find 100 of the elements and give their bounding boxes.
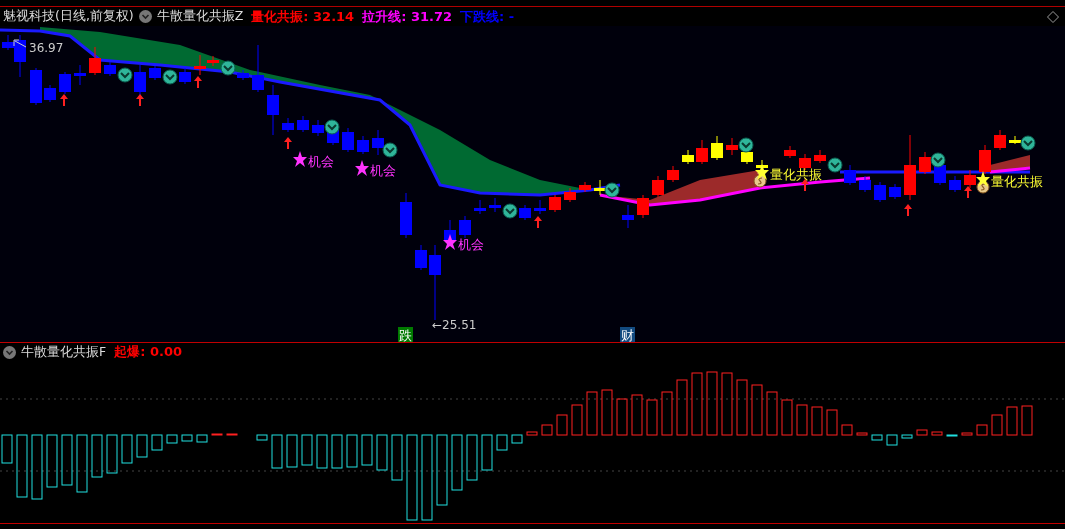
histogram-bar <box>316 434 328 469</box>
histogram-bar <box>751 384 763 436</box>
histogram-bar <box>391 434 403 481</box>
histogram-bar <box>151 434 163 451</box>
candlestick <box>267 84 279 136</box>
dropdown-icon[interactable] <box>3 345 16 359</box>
candlestick <box>519 204 531 221</box>
histogram-bar <box>1006 406 1018 436</box>
chevron-icon <box>117 67 133 83</box>
histogram-bar <box>616 398 628 436</box>
histogram-bar <box>946 434 958 437</box>
candlestick <box>134 64 146 96</box>
candlestick <box>1009 135 1021 145</box>
candlestick <box>59 71 71 95</box>
histogram-bar <box>61 434 73 486</box>
candlestick <box>844 164 856 186</box>
histogram-bar <box>196 434 208 443</box>
chevron-icon <box>324 119 340 135</box>
histogram-bar <box>271 434 283 469</box>
histogram-bar <box>886 434 898 446</box>
histogram-bar <box>451 434 463 491</box>
candlestick <box>282 117 294 133</box>
candlestick <box>400 192 412 239</box>
signal-tag: 跌 <box>398 327 413 342</box>
candlestick <box>74 64 86 86</box>
candlestick <box>415 244 427 271</box>
histogram-bar <box>301 434 313 466</box>
histogram-bar <box>511 434 523 444</box>
histogram-bar <box>76 434 88 493</box>
histogram-bar <box>211 433 223 436</box>
histogram-bar <box>121 434 133 464</box>
candlestick <box>297 115 309 133</box>
candlestick <box>89 46 101 76</box>
annotation-label: 量化共振 <box>770 167 822 182</box>
histogram-bar <box>256 434 268 441</box>
chevron-icon <box>1020 135 1036 151</box>
candlestick <box>964 169 976 189</box>
histogram-bar <box>721 372 733 436</box>
candlestick <box>994 129 1006 151</box>
diamond-icon[interactable] <box>1047 10 1059 23</box>
candlestick <box>637 194 649 219</box>
candlestick <box>904 134 916 201</box>
histogram-bar <box>991 414 1003 436</box>
histogram-bar <box>706 371 718 436</box>
histogram-bar <box>46 434 58 488</box>
up-arrow-icon <box>136 94 144 106</box>
chevron-icon <box>382 142 398 158</box>
annotation-label: 机会 <box>370 163 396 178</box>
dropdown-icon[interactable] <box>138 10 152 23</box>
stock-title: 魅视科技(日线,前复权) <box>3 8 134 25</box>
star-icon <box>293 151 307 167</box>
candlestick <box>667 165 679 183</box>
candlestick <box>474 199 486 215</box>
candlestick <box>919 151 931 175</box>
candlestick <box>696 139 708 165</box>
up-arrow-icon <box>904 204 912 216</box>
candlestick <box>489 197 501 213</box>
indicator-reading: 拉升线: 31.72 <box>362 7 453 26</box>
price-label: 36.97 <box>29 41 64 55</box>
histogram-bar <box>376 434 388 471</box>
candlestick <box>874 181 886 203</box>
indicator-name: 牛散量化共振F <box>21 343 107 361</box>
candlestick <box>459 215 471 239</box>
up-arrow-icon <box>964 186 972 198</box>
candlestick <box>312 119 324 137</box>
histogram-bar <box>631 394 643 436</box>
histogram-bar <box>796 404 808 436</box>
star-icon <box>755 164 769 180</box>
price-label: ←25.51 <box>432 318 477 332</box>
histogram-bar <box>661 391 673 436</box>
histogram-bar <box>166 434 178 444</box>
chevron-icon <box>930 152 946 168</box>
candlestick <box>372 129 384 156</box>
signal-tag: 财 <box>620 327 635 342</box>
candlestick <box>711 135 723 161</box>
histogram-bar <box>811 406 823 436</box>
histogram-bar <box>106 434 118 474</box>
histogram-bar <box>976 424 988 436</box>
candlestick <box>44 84 56 103</box>
up-arrow-icon <box>284 137 292 149</box>
histogram-bar <box>856 432 868 436</box>
star-icon <box>355 160 369 176</box>
histogram-bar <box>871 434 883 441</box>
up-arrow-icon <box>60 94 68 106</box>
chevron-icon <box>502 203 518 219</box>
histogram-bar <box>286 434 298 468</box>
candlestick <box>889 183 901 200</box>
histogram-bar <box>1 434 13 464</box>
indicator-name: 牛散量化共振Z <box>156 8 244 25</box>
candlestick <box>784 145 796 159</box>
up-arrow-icon <box>801 179 809 191</box>
histogram-bar <box>781 399 793 436</box>
histogram-bar <box>136 434 148 458</box>
pointer-arrow-icon <box>13 39 27 48</box>
candlestick <box>564 187 576 203</box>
histogram-bar <box>541 424 553 436</box>
annotation-label: 机会 <box>308 154 334 169</box>
chevron-icon <box>162 69 178 85</box>
candlestick <box>979 144 991 175</box>
histogram-bar <box>361 434 373 466</box>
